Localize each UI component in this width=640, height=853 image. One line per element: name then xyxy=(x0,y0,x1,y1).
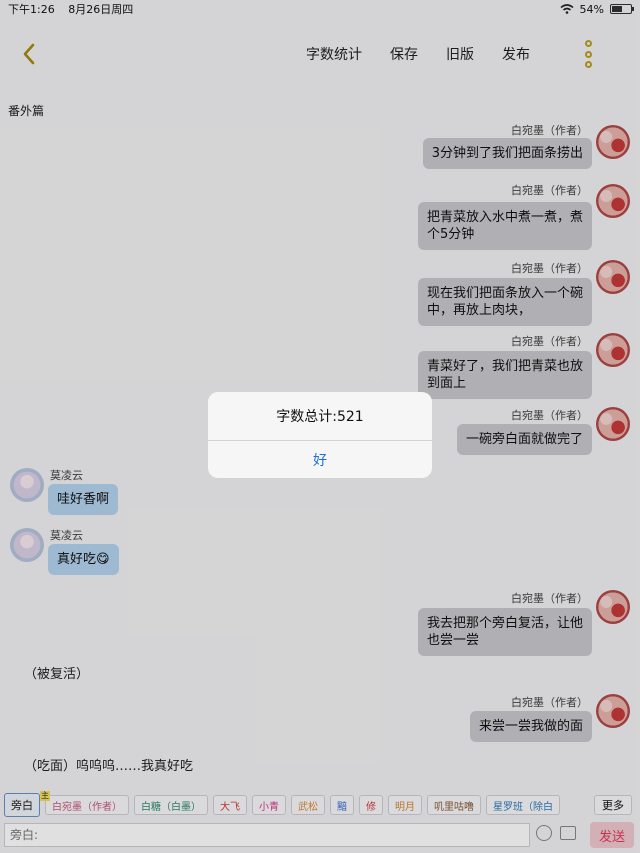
alert-title: 字数总计:521 xyxy=(208,392,432,441)
word-count-alert: 字数总计:521 好 xyxy=(208,392,432,478)
alert-ok-button[interactable]: 好 xyxy=(208,441,432,478)
